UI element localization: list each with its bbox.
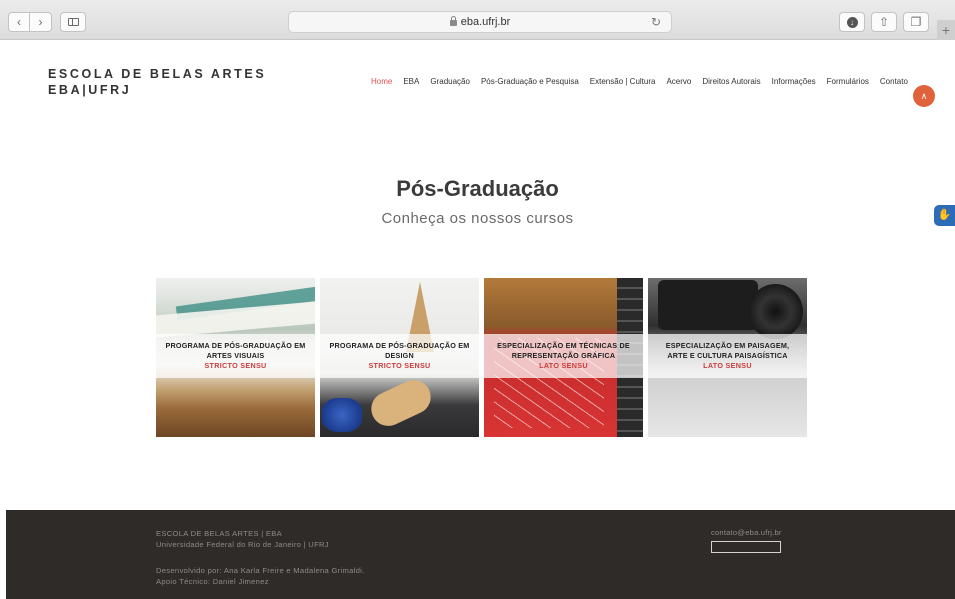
browser-toolbar: ‹ › eba.ufrj.br ↻ ↓ ⇧ ❐ +: [0, 0, 955, 40]
tabs-button[interactable]: ❐: [903, 12, 929, 32]
url-text: eba.ufrj.br: [460, 16, 511, 28]
main-nav: Home EBA Graduação Pós-Graduação e Pesqu…: [371, 77, 908, 86]
card-tag: STRICTO SENSU: [368, 361, 431, 370]
course-card-representacao-grafica[interactable]: ESPECIALIZAÇÃO EM TÉCNICAS DE REPRESENTA…: [484, 278, 643, 437]
nav-contato[interactable]: Contato: [880, 77, 908, 86]
course-cards: PROGRAMA DE PÓS-GRADUAÇÃO EM ARTES VISUA…: [156, 278, 807, 437]
course-card-artes-visuais[interactable]: PROGRAMA DE PÓS-GRADUAÇÃO EM ARTES VISUA…: [156, 278, 315, 437]
chevron-up-icon: ∧: [920, 91, 928, 101]
downloads-button[interactable]: ↓: [839, 12, 865, 32]
card-image-detail: [658, 280, 758, 330]
card-title: ARTES VISUAIS: [206, 351, 265, 360]
page-subtitle: Conheça os nossos cursos: [381, 210, 574, 227]
accessibility-button[interactable]: ✋: [934, 205, 955, 226]
toolbar-right-buttons: ↓ ⇧ ❐: [839, 12, 929, 32]
card-title: ARTE E CULTURA PAISAGÍSTICA: [667, 351, 788, 360]
card-title: REPRESENTAÇÃO GRÁFICA: [511, 351, 616, 360]
nav-acervo[interactable]: Acervo: [666, 77, 691, 86]
footer-credits-1: Desenvolvido por: Ana Karla Freire e Mad…: [156, 566, 365, 575]
card-tag: LATO SENSU: [539, 361, 588, 370]
nav-direitos[interactable]: Direitos Autorais: [702, 77, 760, 86]
site-logo[interactable]: ESCOLA DE BELAS ARTES EBA|UFRJ: [48, 66, 266, 98]
forward-button[interactable]: ›: [30, 12, 52, 32]
card-image-detail: [322, 398, 362, 432]
chevron-left-icon: ‹: [17, 15, 21, 29]
card-title: PROGRAMA DE PÓS-GRADUAÇÃO EM: [165, 341, 306, 350]
share-button[interactable]: ⇧: [871, 12, 897, 32]
page-title: Pós-Graduação: [396, 176, 559, 201]
sidebar-icon: [67, 18, 79, 26]
footer-credits-2: Apoio Técnico: Daniel Jimenez: [156, 577, 269, 586]
footer-contact: contato@eba.ufrj.br: [711, 528, 782, 553]
card-caption: PROGRAMA DE PÓS-GRADUAÇÃO EM DESIGN STRI…: [320, 334, 479, 378]
hand-icon: ✋: [937, 209, 952, 221]
course-card-paisagem[interactable]: ESPECIALIZAÇÃO EM PAISAGEM, ARTE E CULTU…: [648, 278, 807, 437]
brand-line-2: EBA|UFRJ: [48, 83, 132, 97]
card-title: ESPECIALIZAÇÃO EM PAISAGEM,: [665, 341, 790, 350]
history-buttons: ‹ ›: [8, 12, 52, 32]
card-tag: LATO SENSU: [703, 361, 752, 370]
nav-pos-graduacao[interactable]: Pós-Graduação e Pesquisa: [481, 77, 579, 86]
card-title: DESIGN: [385, 351, 414, 360]
nav-extensao[interactable]: Extensão | Cultura: [590, 77, 656, 86]
reload-icon[interactable]: ↻: [651, 15, 661, 29]
nav-formularios[interactable]: Formulários: [827, 77, 869, 86]
card-image-detail: [748, 284, 803, 339]
nav-graduacao[interactable]: Graduação: [430, 77, 470, 86]
share-icon: ⇧: [878, 15, 890, 29]
card-tag: STRICTO SENSU: [204, 361, 267, 370]
sidebar-toggle-button[interactable]: [60, 12, 86, 32]
site-footer: ESCOLA DE BELAS ARTES | EBA Universidade…: [6, 510, 955, 599]
back-button[interactable]: ‹: [8, 12, 30, 32]
scroll-to-top-button[interactable]: ∧: [913, 85, 935, 107]
nav-home[interactable]: Home: [371, 77, 392, 86]
card-caption: PROGRAMA DE PÓS-GRADUAÇÃO EM ARTES VISUA…: [156, 334, 315, 378]
footer-info: ESCOLA DE BELAS ARTES | EBA Universidade…: [156, 528, 365, 587]
card-caption: ESPECIALIZAÇÃO EM PAISAGEM, ARTE E CULTU…: [648, 334, 807, 378]
lock-icon: [449, 16, 457, 26]
download-icon: ↓: [846, 16, 858, 28]
course-card-design[interactable]: PROGRAMA DE PÓS-GRADUAÇÃO EM DESIGN STRI…: [320, 278, 479, 437]
card-image-detail: [365, 374, 437, 432]
card-title: PROGRAMA DE PÓS-GRADUAÇÃO EM: [329, 341, 470, 350]
card-title: ESPECIALIZAÇÃO EM TÉCNICAS DE: [497, 341, 630, 350]
nav-informacoes[interactable]: Informações: [772, 77, 816, 86]
footer-line-1: ESCOLA DE BELAS ARTES | EBA: [156, 529, 282, 538]
brand-line-1: ESCOLA DE BELAS ARTES: [48, 67, 267, 81]
address-bar[interactable]: eba.ufrj.br ↻: [288, 11, 672, 33]
chevron-right-icon: ›: [38, 15, 43, 29]
card-caption: ESPECIALIZAÇÃO EM TÉCNICAS DE REPRESENTA…: [484, 334, 643, 378]
tabs-icon: ❐: [910, 15, 922, 29]
footer-line-2: Universidade Federal do Rio de Janeiro |…: [156, 540, 329, 549]
new-tab-button[interactable]: +: [937, 20, 955, 40]
footer-email[interactable]: contato@eba.ufrj.br: [711, 528, 782, 537]
plus-icon: +: [941, 22, 951, 38]
nav-eba[interactable]: EBA: [403, 77, 419, 86]
newsletter-input[interactable]: [711, 541, 781, 553]
